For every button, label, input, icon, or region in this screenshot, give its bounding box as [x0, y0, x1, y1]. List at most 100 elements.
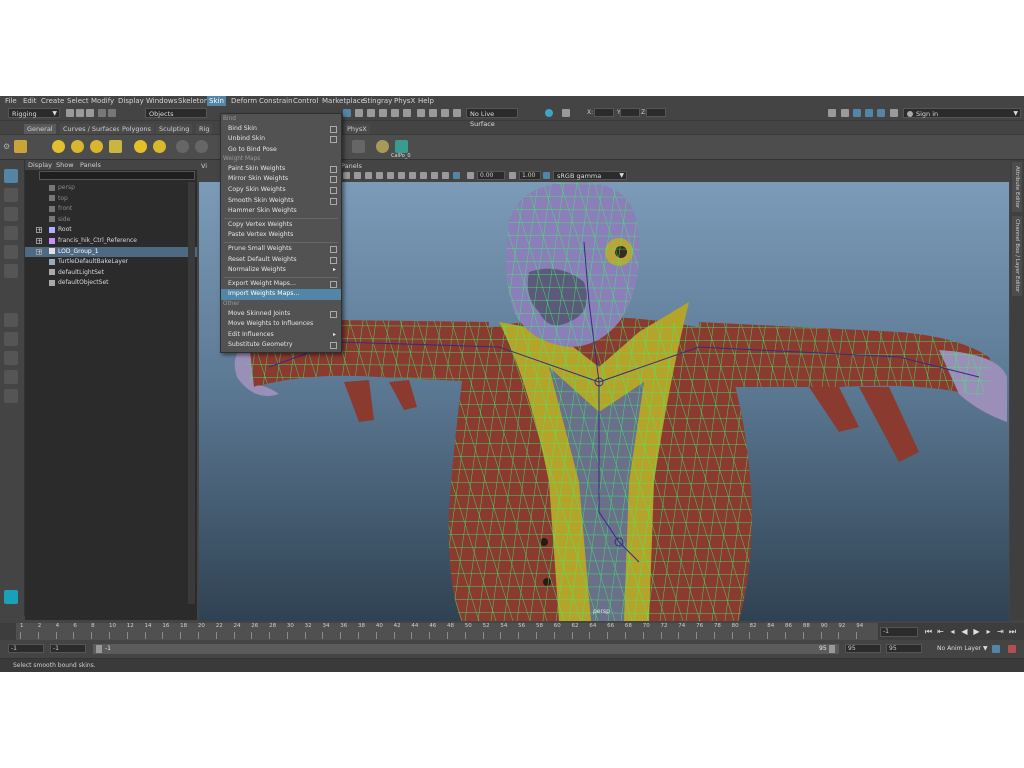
go-to-end-icon[interactable]: ⏭	[1008, 627, 1017, 636]
gear-icon[interactable]: ⚙	[3, 142, 10, 151]
menu-edit[interactable]: Edit	[23, 97, 37, 105]
outliner-menu-panels[interactable]: Panels	[80, 161, 101, 169]
outliner-row[interactable]: + francis_hik_Ctrl_Reference	[25, 236, 197, 246]
menu-item-copy-vertex-weights[interactable]: Copy Vertex Weights	[221, 220, 341, 231]
playback-start-field[interactable]: -1	[50, 644, 86, 653]
shelf-tab-curvessurfaces[interactable]: Curves / Surfaces	[60, 124, 124, 134]
option-box-icon[interactable]	[330, 246, 337, 253]
ik-handle-icon[interactable]	[52, 140, 65, 153]
step-back-frame-icon[interactable]: ◂	[948, 627, 957, 636]
outliner-vertical-scrollbar[interactable]	[188, 182, 195, 604]
menu-create[interactable]: Create	[41, 97, 64, 105]
menu-item-move-weights-to-influences[interactable]: Move Weights to Influences	[221, 319, 341, 330]
new-scene-icon[interactable]	[66, 109, 74, 117]
range-end-handle[interactable]	[829, 645, 835, 653]
step-forward-key-icon[interactable]: ⇥	[996, 627, 1005, 636]
symmetry-icon[interactable]	[545, 109, 553, 117]
selection-mode-dropdown[interactable]: Objects	[145, 108, 207, 118]
scale-tool-icon[interactable]	[4, 264, 18, 278]
range-start-handle[interactable]	[96, 645, 102, 653]
color-space-dropdown[interactable]: sRGB gamma ▼	[553, 171, 627, 180]
menu-physx[interactable]: PhysX	[394, 97, 415, 105]
play-forwards-icon[interactable]: ▶	[972, 627, 981, 636]
play-backwards-icon[interactable]: ◀	[960, 627, 969, 636]
option-box-icon[interactable]	[330, 310, 337, 318]
single-pane-layout-icon[interactable]	[4, 313, 18, 327]
calpo-icon[interactable]	[395, 140, 408, 153]
expand-icon[interactable]: +	[36, 227, 42, 234]
sphere-icon[interactable]	[176, 140, 189, 153]
snap-view-icon[interactable]	[379, 109, 387, 117]
gamma-field[interactable]: 1.00	[519, 171, 541, 180]
snap-point-icon[interactable]	[367, 109, 375, 117]
x-field[interactable]	[594, 108, 614, 117]
y-field[interactable]	[620, 108, 640, 117]
option-box-icon[interactable]	[330, 176, 337, 184]
menu-select[interactable]: Select	[67, 97, 89, 105]
shelf-tab-polygons[interactable]: Polygons	[119, 124, 154, 134]
modeling-toolkit-icon[interactable]	[828, 109, 836, 117]
menu-item-prune-small-weights[interactable]: Prune Small Weights	[221, 244, 341, 255]
snap-grid-icon[interactable]	[343, 109, 351, 117]
hypershade-icon[interactable]	[453, 109, 461, 117]
animation-end-field[interactable]: 95	[886, 644, 922, 653]
outliner-layout-icon[interactable]	[4, 370, 18, 384]
orient-joint-icon[interactable]	[90, 140, 103, 153]
move-tool-icon[interactable]	[4, 226, 18, 240]
chevron-down-icon[interactable]: ▼	[983, 645, 988, 652]
history-icon[interactable]	[403, 109, 411, 117]
current-frame-field[interactable]: -1	[880, 627, 918, 637]
sign-in-dropdown[interactable]: Sign in ▼	[903, 108, 1021, 118]
sphere-dark-icon[interactable]	[195, 140, 208, 153]
menu-item-export-weight-maps[interactable]: Export Weight Maps...	[221, 279, 341, 290]
z-field[interactable]	[646, 108, 666, 117]
menu-item-normalize-weights[interactable]: Normalize Weights ▸	[221, 265, 341, 276]
lasso-tool-icon[interactable]	[4, 188, 18, 202]
outliner-menu-display[interactable]: Display	[28, 161, 52, 169]
outliner-search-input[interactable]	[39, 171, 195, 180]
outliner-row[interactable]: side	[25, 215, 197, 225]
outliner-menu-show[interactable]: Show	[56, 161, 74, 169]
exposure-field[interactable]: 0.00	[477, 171, 505, 180]
redo-icon[interactable]	[108, 109, 116, 117]
undo-icon[interactable]	[98, 109, 106, 117]
render-settings-icon[interactable]	[441, 109, 449, 117]
menu-windows[interactable]: Windows	[146, 97, 177, 105]
expand-icon[interactable]: +	[36, 238, 42, 245]
paint-select-icon[interactable]	[4, 207, 18, 221]
menu-skin[interactable]: Skin	[207, 96, 226, 106]
tag-icon[interactable]	[890, 109, 898, 117]
outliner-row[interactable]: defaultObjectSet	[25, 278, 197, 288]
open-scene-icon[interactable]	[76, 109, 84, 117]
viewport-menu-panels[interactable]: Panels	[341, 162, 362, 170]
snap-surface-icon[interactable]	[391, 109, 399, 117]
shelf-tab-sculpting[interactable]: Sculpting	[156, 124, 193, 134]
step-back-key-icon[interactable]: ⇤	[936, 627, 945, 636]
option-box-icon[interactable]	[330, 280, 337, 288]
menu-help[interactable]: Help	[418, 97, 434, 105]
create-joints-icon[interactable]	[14, 140, 27, 153]
outliner-row[interactable]: + LOD_Group_1	[25, 246, 197, 257]
menu-marketplace[interactable]: Marketplace	[322, 97, 365, 105]
xray-icon[interactable]	[442, 172, 449, 179]
graph-layout-icon[interactable]	[4, 389, 18, 403]
option-box-icon[interactable]	[330, 197, 337, 205]
expand-icon[interactable]: +	[36, 248, 42, 255]
outliner-row[interactable]: defaultLightSet	[25, 268, 197, 278]
menu-constrain[interactable]: Constrain	[259, 97, 293, 105]
menu-control[interactable]: Control	[293, 97, 318, 105]
constraint-icon[interactable]	[352, 140, 365, 153]
save-scene-icon[interactable]	[86, 109, 94, 117]
exposure-icon[interactable]	[467, 172, 474, 179]
go-to-start-icon[interactable]: ⏮	[924, 627, 933, 636]
menu-item-paint-skin-weights[interactable]: Paint Skin Weights	[221, 164, 341, 175]
render-icon[interactable]	[417, 109, 425, 117]
menu-display[interactable]: Display	[118, 97, 144, 105]
rotate-tool-icon[interactable]	[4, 245, 18, 259]
shelf-tab-rig[interactable]: Rig	[196, 124, 213, 134]
menu-item-mirror-skin-weights[interactable]: Mirror Skin Weights	[221, 174, 341, 185]
menu-item-edit-influences[interactable]: Edit Influences ▸	[221, 330, 341, 341]
textured-icon[interactable]	[409, 172, 416, 179]
shelf-tab-general[interactable]: General	[24, 124, 56, 134]
time-ruler[interactable]: 1 2 4 6 8 10 12 14 16 18 20 22 24 26 28 30 32 34 36 38 40 42 4…	[16, 623, 878, 640]
